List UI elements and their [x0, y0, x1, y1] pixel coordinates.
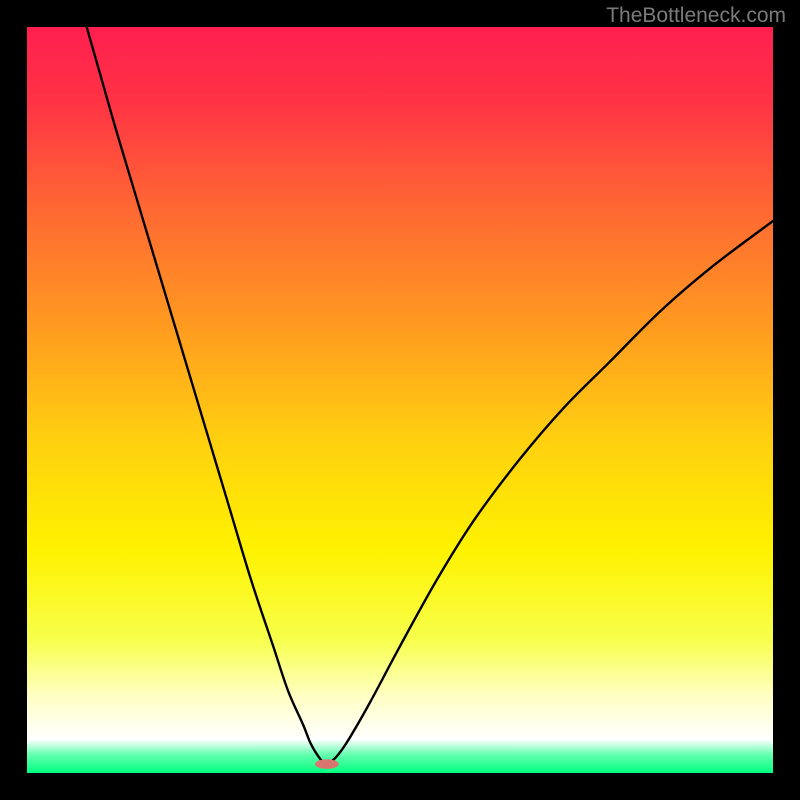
- optimum-marker: [315, 759, 339, 769]
- chart-svg: [27, 27, 773, 773]
- gradient-background: [27, 27, 773, 773]
- plot-area: [27, 27, 773, 773]
- watermark-text: TheBottleneck.com: [606, 4, 786, 28]
- chart-container: TheBottleneck.com: [0, 0, 800, 800]
